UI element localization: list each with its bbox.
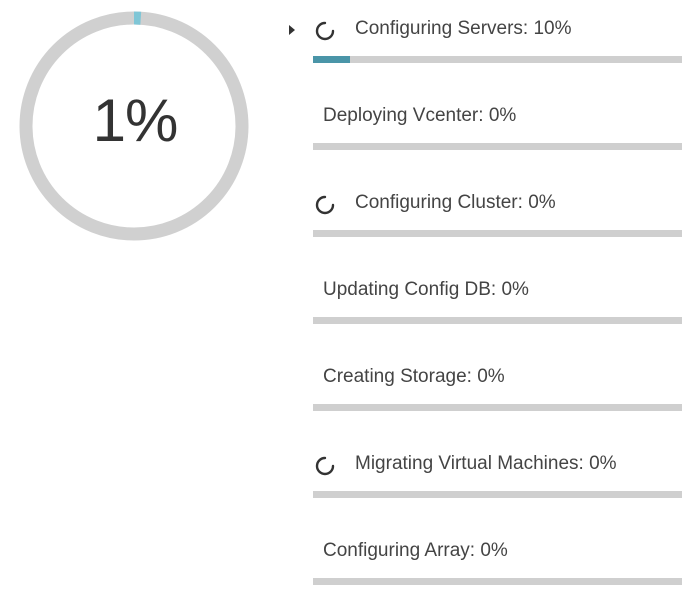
task-progress-track: [313, 404, 682, 411]
task-item-deploying-vcenter[interactable]: Deploying Vcenter: 0%: [285, 87, 682, 174]
progress-panel: 1% Configuring Servers: 10% Deploying Vc…: [0, 0, 682, 597]
task-label: Configuring Array: 0%: [323, 540, 508, 561]
task-item-configuring-servers[interactable]: Configuring Servers: 10%: [285, 0, 682, 87]
task-progress-track: [313, 491, 682, 498]
task-item-updating-config-db[interactable]: Updating Config DB: 0%: [285, 261, 682, 348]
overall-progress-ring: 1%: [10, 10, 260, 245]
task-progress-track: [313, 230, 682, 237]
task-label: Creating Storage: 0%: [323, 366, 505, 387]
task-item-creating-storage[interactable]: Creating Storage: 0%: [285, 348, 682, 435]
spinner-icon: [315, 456, 335, 476]
task-progress-track: [313, 56, 682, 63]
spinner-icon: [315, 21, 335, 41]
task-label: Updating Config DB: 0%: [323, 279, 529, 300]
task-progress-track: [313, 143, 682, 150]
task-item-configuring-array[interactable]: Configuring Array: 0%: [285, 522, 682, 597]
task-item-migrating-virtual-machines[interactable]: Migrating Virtual Machines: 0%: [285, 435, 682, 522]
task-list: Configuring Servers: 10% Deploying Vcent…: [285, 0, 682, 597]
task-progress-track: [313, 317, 682, 324]
spinner-icon: [315, 195, 335, 215]
caret-right-icon[interactable]: [289, 25, 295, 35]
task-progress-fill: [313, 56, 350, 63]
task-label: Deploying Vcenter: 0%: [323, 105, 517, 126]
task-label: Migrating Virtual Machines: 0%: [355, 453, 617, 474]
overall-percent-text: 1%: [92, 87, 179, 154]
task-label: Configuring Servers: 10%: [355, 18, 572, 39]
task-progress-track: [313, 578, 682, 585]
task-item-configuring-cluster[interactable]: Configuring Cluster: 0%: [285, 174, 682, 261]
task-label: Configuring Cluster: 0%: [355, 192, 556, 213]
